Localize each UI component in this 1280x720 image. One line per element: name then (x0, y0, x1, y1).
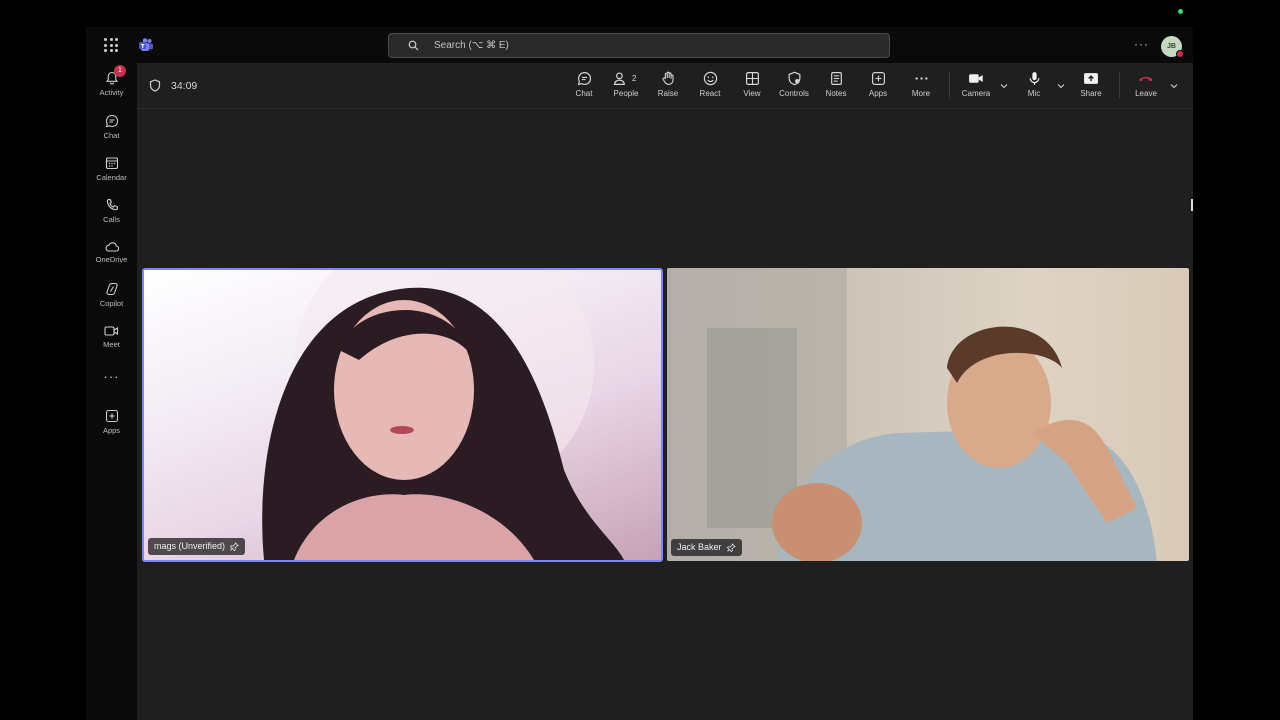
status-indicator (1178, 9, 1183, 14)
tool-label: Leave (1135, 89, 1157, 98)
pin-icon[interactable] (726, 543, 736, 552)
mic-icon (1029, 72, 1039, 85)
add-app-icon (871, 72, 885, 85)
chevron-down-icon[interactable] (1170, 83, 1178, 89)
tool-camera[interactable]: Camera (956, 71, 996, 98)
tool-label: Chat (575, 89, 593, 98)
tool-share[interactable]: Share (1071, 71, 1111, 98)
settings-more-icon[interactable]: ··· (1134, 37, 1149, 51)
tool-people[interactable]: 2 People (606, 71, 646, 98)
shield-icon (149, 79, 161, 92)
toolbar-divider (1119, 72, 1120, 98)
search-icon (408, 40, 419, 51)
smile-icon (703, 71, 717, 86)
chevron-down-icon[interactable] (1000, 83, 1008, 89)
rail-label: Calendar (96, 173, 127, 182)
rail-item-onedrive[interactable]: OneDrive (86, 242, 137, 264)
video-tile[interactable]: mags (Unverified) (142, 268, 663, 562)
hand-icon (661, 71, 674, 85)
app-rail: 1 Activity Chat Calendar Calls OneDrive … (86, 63, 137, 720)
grid-icon (745, 72, 759, 85)
rail-item-calls[interactable]: Calls (86, 198, 137, 224)
teams-window: Search (⌥ ⌘ E) ··· JB 1 Activity Chat Ca… (86, 27, 1193, 720)
tool-apps[interactable]: Apps (858, 71, 898, 98)
meeting-header: 34:09 Chat 2 People Raise React View Con… (137, 63, 1193, 109)
rail-label: OneDrive (95, 255, 128, 264)
rail-item-calendar[interactable]: Calendar (86, 156, 137, 182)
tool-label: More (911, 89, 931, 98)
participant-video (667, 268, 1157, 561)
avatar[interactable]: JB (1161, 36, 1184, 58)
camera-icon (969, 74, 983, 83)
tool-react[interactable]: React (690, 71, 730, 98)
controls-shield-icon (788, 71, 800, 86)
tool-chat[interactable]: Chat (564, 71, 604, 98)
hangup-icon (1139, 76, 1153, 82)
participant-name: Jack Baker (677, 542, 722, 552)
chat-icon (577, 72, 591, 86)
activity-badge: 1 (114, 65, 126, 77)
video-icon (104, 326, 119, 336)
phone-icon (106, 198, 118, 211)
teams-logo (139, 38, 153, 51)
tool-label: Controls (779, 89, 809, 98)
tool-label: Mic (1027, 89, 1041, 98)
title-bar: Search (⌥ ⌘ E) ··· JB (86, 27, 1193, 63)
rail-label: Meet (103, 340, 120, 349)
participant-name: mags (Unverified) (154, 541, 226, 551)
leave-button[interactable]: Leave (1126, 71, 1166, 98)
tool-view[interactable]: View (732, 71, 772, 98)
search-input[interactable]: Search (⌥ ⌘ E) (388, 33, 890, 58)
share-icon (1084, 73, 1098, 84)
more-apps-icon[interactable]: ··· (86, 369, 137, 384)
rail-label: Activity (99, 88, 124, 97)
tool-label: Camera (961, 89, 991, 98)
avatar-initials: JB (1167, 43, 1176, 50)
tool-controls[interactable]: Controls (774, 71, 814, 98)
rail-label: Chat (103, 131, 120, 140)
toolbar-divider (949, 72, 950, 98)
participant-name-chip: mags (Unverified) (148, 538, 246, 555)
participant-video (262, 270, 624, 560)
participant-name-chip: Jack Baker (671, 539, 742, 556)
search-placeholder: Search (⌥ ⌘ E) (434, 40, 509, 51)
rail-item-copilot[interactable]: Copilot (86, 282, 137, 308)
tool-mic[interactable]: Mic (1014, 71, 1054, 98)
rail-label: Apps (102, 426, 121, 435)
rail-item-meet[interactable]: Meet (86, 325, 137, 349)
video-tile[interactable]: Jack Baker (667, 268, 1189, 561)
tool-notes[interactable]: Notes (816, 71, 856, 98)
chevron-down-icon[interactable] (1057, 83, 1065, 89)
text-cursor (1191, 199, 1193, 211)
rail-item-activity[interactable]: 1 Activity (86, 65, 137, 97)
tool-label: Raise (657, 89, 679, 98)
calendar-icon (105, 157, 118, 170)
chat-icon (105, 114, 118, 128)
people-icon (614, 72, 625, 85)
tool-label: People (613, 89, 639, 98)
add-app-icon (105, 409, 118, 423)
rail-item-chat[interactable]: Chat (86, 114, 137, 140)
people-count: 2 (632, 74, 637, 83)
tool-label: Share (1080, 89, 1102, 98)
rail-label: Calls (103, 215, 120, 224)
cloud-icon (105, 242, 119, 252)
tool-label: Notes (825, 89, 847, 98)
pin-icon[interactable] (230, 542, 239, 551)
tool-label: Apps (868, 89, 888, 98)
app-launcher-icon[interactable] (104, 38, 118, 52)
rail-label: Copilot (99, 299, 124, 308)
tool-label: View (743, 89, 761, 98)
notes-icon (830, 72, 842, 85)
copilot-icon (105, 282, 118, 296)
meeting-timer: 34:09 (171, 80, 198, 92)
rail-item-apps[interactable]: Apps (86, 409, 137, 435)
tool-label: React (699, 89, 721, 98)
tool-more[interactable]: More (901, 71, 941, 98)
presence-busy-icon (1176, 50, 1184, 58)
more-icon (915, 77, 927, 80)
tool-raise-hand[interactable]: Raise (648, 71, 688, 98)
